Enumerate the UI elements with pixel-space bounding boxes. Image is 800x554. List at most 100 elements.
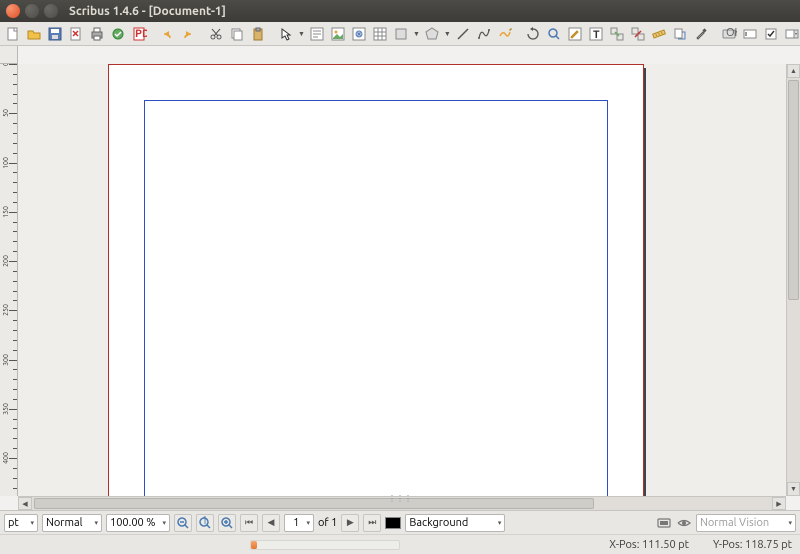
unlink-frames-icon	[630, 26, 646, 42]
vertical-scroll-thumb[interactable]	[788, 80, 799, 300]
first-page-button[interactable]: ⏮	[240, 514, 258, 532]
layer-value[interactable]	[409, 517, 495, 529]
paste-icon	[250, 26, 266, 42]
window-close-button[interactable]	[6, 4, 20, 18]
unit-value[interactable]	[8, 517, 28, 529]
rotate-icon	[525, 26, 541, 42]
svg-text:T: T	[593, 29, 600, 41]
pdf-text-field-icon	[742, 26, 758, 42]
document-canvas[interactable]	[18, 64, 786, 496]
insert-image-frame-button[interactable]	[329, 25, 347, 43]
scroll-right-button[interactable]: ▶	[772, 497, 786, 510]
edit-contents-button[interactable]	[566, 25, 584, 43]
preview-mode-icon[interactable]	[676, 515, 692, 531]
edit-text-button[interactable]: T	[587, 25, 605, 43]
zoom-out-button[interactable]	[174, 514, 192, 532]
svg-text:PDF: PDF	[135, 28, 147, 40]
undo-icon	[159, 26, 175, 42]
pdf-combo-box-button[interactable]	[783, 25, 800, 43]
next-page-button[interactable]: ▶	[341, 514, 359, 532]
link-frames-button[interactable]	[608, 25, 626, 43]
open-doc-button[interactable]	[25, 25, 43, 43]
new-doc-button[interactable]	[4, 25, 22, 43]
select-icon	[278, 26, 294, 42]
scroll-down-button[interactable]: ▼	[787, 482, 800, 496]
vertical-ruler[interactable]: 050100150200250300350400450	[0, 64, 18, 496]
insert-render-frame-button[interactable]	[350, 25, 368, 43]
open-doc-icon	[26, 26, 42, 42]
print-button[interactable]	[88, 25, 106, 43]
margin-guide	[144, 100, 608, 496]
dropdown-arrow-icon[interactable]: ▼	[298, 25, 305, 43]
vision-mode-selector[interactable]: ▾	[696, 514, 796, 532]
insert-freehand-button[interactable]	[496, 25, 514, 43]
main-toolbar: PDF ▼ ▼ ▼ T OK	[0, 22, 800, 46]
pdf-text-field-button[interactable]	[741, 25, 759, 43]
zoom-button[interactable]	[545, 25, 563, 43]
insert-bezier-button[interactable]	[475, 25, 493, 43]
copy-icon	[229, 26, 245, 42]
pdf-push-button-button[interactable]: OK	[720, 25, 738, 43]
zoom-icon	[546, 26, 562, 42]
dropdown-arrow-icon[interactable]: ▼	[413, 25, 420, 43]
redo-button[interactable]	[179, 25, 197, 43]
save-doc-button[interactable]	[46, 25, 64, 43]
new-doc-icon	[5, 26, 21, 42]
export-pdf-button[interactable]: PDF	[130, 25, 148, 43]
select-button[interactable]	[277, 25, 295, 43]
link-frames-icon	[609, 26, 625, 42]
insert-line-button[interactable]	[454, 25, 472, 43]
window-title: Scribus 1.4.6 - [Document-1]	[69, 5, 226, 18]
eyedropper-button[interactable]	[692, 25, 710, 43]
zoom-reset-button[interactable]: 1	[196, 514, 214, 532]
undo-button[interactable]	[158, 25, 176, 43]
insert-table-button[interactable]	[371, 25, 389, 43]
close-doc-button[interactable]	[67, 25, 85, 43]
zoom-in-button[interactable]	[218, 514, 236, 532]
unit-selector[interactable]: ▾	[4, 514, 38, 532]
vertical-scrollbar[interactable]: ▲ ▼	[786, 64, 800, 496]
measure-button[interactable]	[650, 25, 668, 43]
window-minimize-button[interactable]	[25, 4, 39, 18]
edit-contents-icon	[567, 26, 583, 42]
window-titlebar: Scribus 1.4.6 - [Document-1]	[0, 0, 800, 22]
cut-button[interactable]	[207, 25, 225, 43]
rotate-button[interactable]	[524, 25, 542, 43]
view-mode-value[interactable]	[46, 517, 92, 529]
insert-polygon-button[interactable]	[423, 25, 441, 43]
zoom-value[interactable]	[110, 517, 160, 529]
copy-button[interactable]	[228, 25, 246, 43]
print-icon	[89, 26, 105, 42]
copy-props-button[interactable]	[671, 25, 689, 43]
cms-toggle-icon[interactable]	[656, 515, 672, 531]
insert-shape-button[interactable]	[392, 25, 410, 43]
ruler-origin[interactable]	[0, 46, 18, 64]
page-number-input[interactable]: ▾	[284, 514, 314, 532]
save-doc-icon	[47, 26, 63, 42]
layer-selector[interactable]: ▾	[405, 514, 505, 532]
toolbar-grip-icon[interactable]: ⋮⋮⋮	[388, 494, 412, 503]
page-total-label: of 1	[318, 517, 337, 529]
page-number-value[interactable]	[288, 517, 304, 529]
preflight-button[interactable]	[109, 25, 127, 43]
paste-button[interactable]	[249, 25, 267, 43]
dropdown-arrow-icon[interactable]: ▼	[444, 25, 451, 43]
zoom-selector[interactable]: ▾	[106, 514, 170, 532]
scroll-left-button[interactable]: ◀	[18, 497, 32, 510]
layer-color-swatch[interactable]	[385, 517, 401, 529]
window-maximize-button[interactable]	[44, 4, 58, 18]
insert-table-icon	[372, 26, 388, 42]
progress-indicator	[250, 540, 400, 550]
redo-icon	[180, 26, 196, 42]
last-page-button[interactable]: ⏭	[363, 514, 381, 532]
xpos-label: X-Pos:	[609, 539, 639, 551]
close-doc-icon	[68, 26, 84, 42]
vision-mode-value[interactable]	[700, 517, 786, 529]
prev-page-button[interactable]: ◀	[262, 514, 280, 532]
insert-text-frame-button[interactable]	[308, 25, 326, 43]
unlink-frames-button[interactable]	[629, 25, 647, 43]
pdf-check-box-button[interactable]	[762, 25, 780, 43]
scroll-up-button[interactable]: ▲	[787, 64, 800, 78]
horizontal-scroll-thumb[interactable]	[34, 498, 594, 509]
view-mode-selector[interactable]: ▾	[42, 514, 102, 532]
